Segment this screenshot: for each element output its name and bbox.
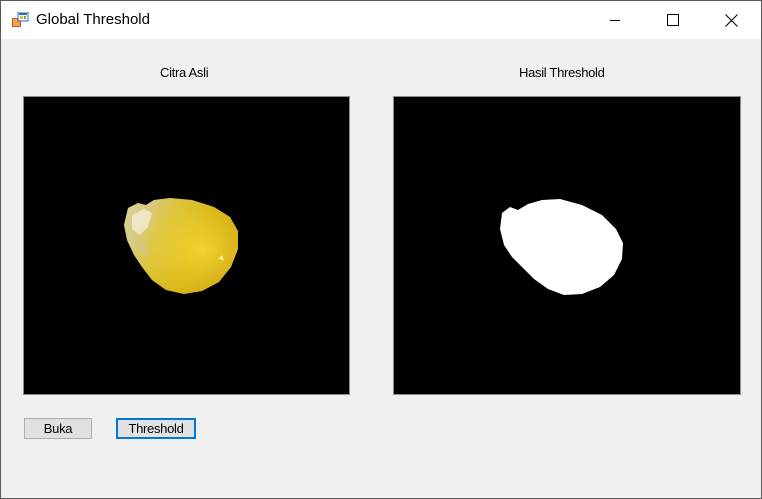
window-title: Global Threshold (36, 11, 150, 28)
corn-kernel-color-image (124, 198, 238, 294)
open-button[interactable]: Buka (24, 418, 92, 439)
maximize-button[interactable] (650, 1, 696, 39)
close-icon (724, 13, 738, 27)
minimize-button[interactable] (592, 1, 638, 39)
threshold-button[interactable]: Threshold (116, 418, 196, 439)
app-icon[interactable] (12, 11, 29, 28)
title-bar[interactable]: Global Threshold (1, 1, 761, 39)
result-image-label: Hasil Threshold (519, 65, 605, 80)
maximize-icon (667, 14, 679, 26)
corn-kernel-binary-mask (500, 199, 623, 295)
client-area: Citra Asli Hasil Threshold Buka Threshol… (1, 39, 761, 498)
original-image-label: Citra Asli (160, 65, 209, 80)
result-image-box (393, 96, 741, 395)
original-image-box (23, 96, 350, 395)
close-button[interactable] (708, 1, 754, 39)
main-window: Global Threshold Citra Asli Hasil Thresh… (0, 0, 762, 499)
minimize-icon (610, 20, 620, 21)
